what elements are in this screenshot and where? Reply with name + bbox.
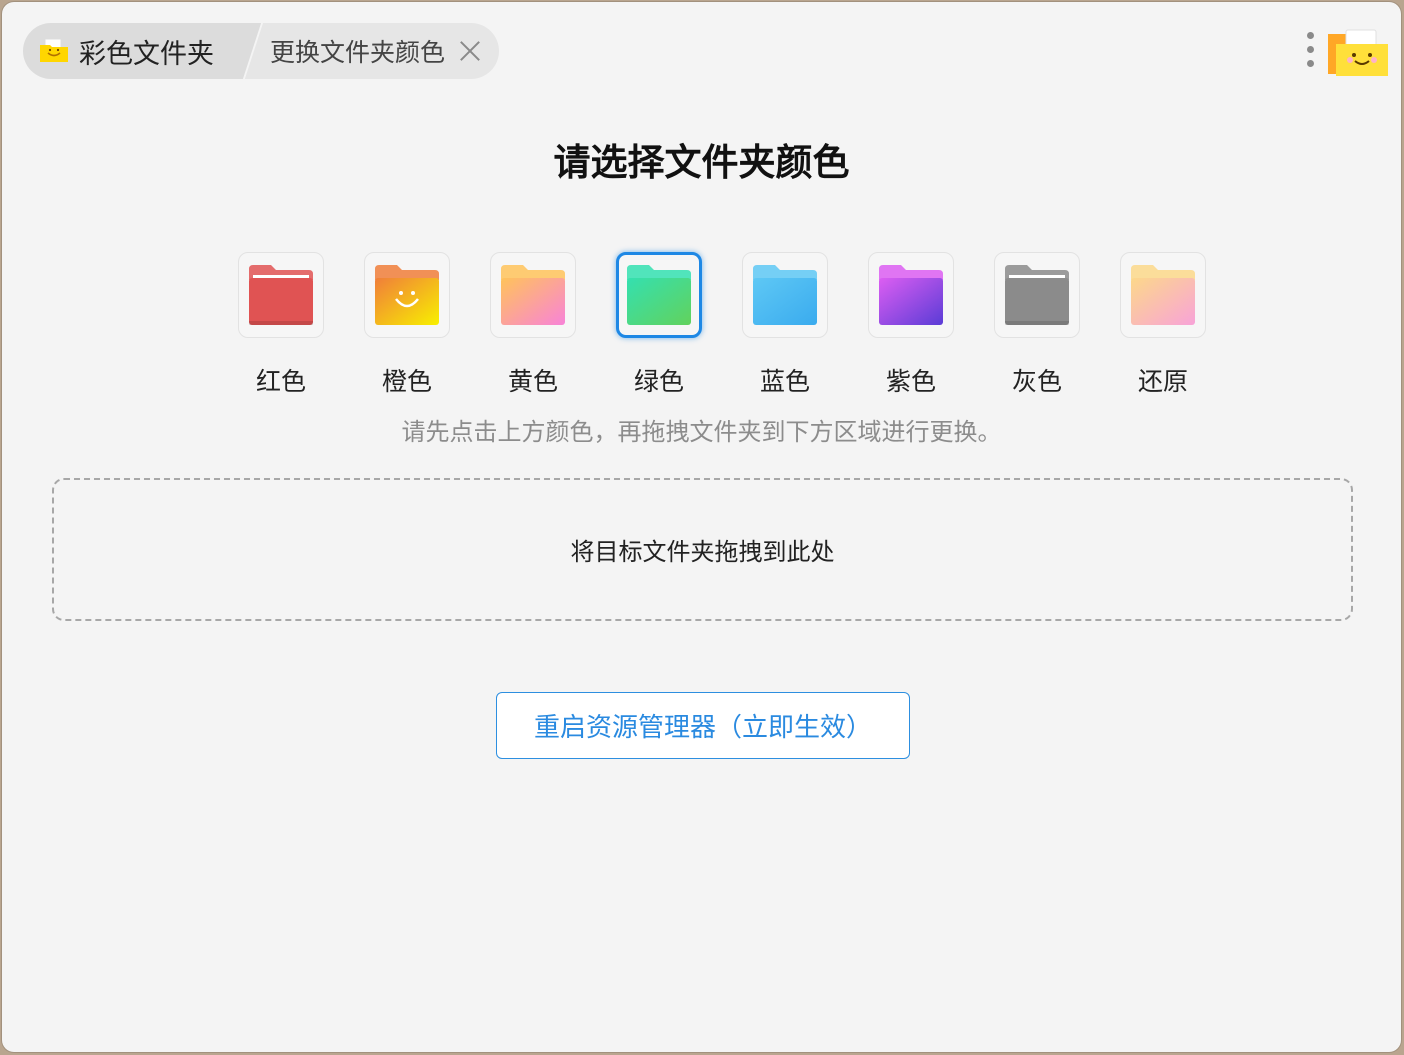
color-swatch[interactable] xyxy=(616,252,702,338)
color-option[interactable]: 紫色 xyxy=(848,252,974,398)
color-option[interactable]: 黄色 xyxy=(470,252,596,398)
breadcrumb-home[interactable]: 彩色文件夹 xyxy=(23,23,244,79)
color-option[interactable]: 橙色 xyxy=(344,252,470,398)
color-option[interactable]: 灰色 xyxy=(974,252,1100,398)
hint-text: 请先点击上方颜色，再拖拽文件夹到下方区域进行更换。 xyxy=(401,418,1002,446)
color-swatch[interactable] xyxy=(868,252,954,338)
color-label: 紫色 xyxy=(885,367,936,396)
folder-green-icon xyxy=(627,265,691,325)
color-label: 绿色 xyxy=(633,367,684,396)
folder-purple-icon xyxy=(879,265,943,325)
app-logo-smile-icon[interactable] xyxy=(1324,28,1390,78)
color-label: 灰色 xyxy=(1011,367,1062,396)
color-swatch[interactable] xyxy=(1120,252,1206,338)
color-label: 蓝色 xyxy=(759,367,810,396)
folder-red-icon xyxy=(249,265,313,325)
breadcrumb-home-label: 彩色文件夹 xyxy=(79,38,214,70)
folder-yellow-icon xyxy=(501,265,565,325)
restart-explorer-button[interactable]: 重启资源管理器（立即生效） xyxy=(496,692,910,759)
color-swatch[interactable] xyxy=(742,252,828,338)
color-swatch[interactable] xyxy=(490,252,576,338)
color-swatch[interactable] xyxy=(994,252,1080,338)
color-option[interactable]: 还原 xyxy=(1100,252,1226,398)
app-logo-icon xyxy=(40,38,68,62)
breadcrumb-current-label: 更换文件夹颜色 xyxy=(270,38,446,67)
restart-explorer-label: 重启资源管理器（立即生效） xyxy=(533,713,872,743)
color-option[interactable]: 红色 xyxy=(218,252,344,398)
color-label: 黄色 xyxy=(507,367,558,396)
close-icon[interactable] xyxy=(459,40,481,62)
color-label: 橙色 xyxy=(381,367,432,396)
app-window: 彩色文件夹 更换文件夹颜色 请选择文件夹颜色 红色 橙色 黄色 绿色 蓝色 紫色 灰色 还原 … xyxy=(2,2,1401,1052)
folder-orange-smile-icon xyxy=(375,265,439,325)
color-swatch[interactable] xyxy=(238,252,324,338)
folder-restore-icon xyxy=(1131,265,1195,325)
color-option[interactable]: 绿色 xyxy=(596,252,722,398)
breadcrumb: 彩色文件夹 更换文件夹颜色 xyxy=(23,23,500,79)
color-swatch[interactable] xyxy=(364,252,450,338)
folder-gray-icon xyxy=(1005,265,1069,325)
color-option[interactable]: 蓝色 xyxy=(722,252,848,398)
more-menu-icon[interactable] xyxy=(1302,32,1318,74)
drop-zone[interactable]: 将目标文件夹拖拽到此处 xyxy=(52,478,1353,621)
color-label: 还原 xyxy=(1137,367,1188,396)
drop-zone-label: 将目标文件夹拖拽到此处 xyxy=(570,538,835,566)
color-label: 红色 xyxy=(255,367,306,396)
color-options: 红色 橙色 黄色 绿色 蓝色 紫色 灰色 还原 xyxy=(218,252,1226,398)
breadcrumb-current: 更换文件夹颜色 xyxy=(240,23,500,79)
page-title: 请选择文件夹颜色 xyxy=(553,141,850,184)
folder-blue-icon xyxy=(753,265,817,325)
